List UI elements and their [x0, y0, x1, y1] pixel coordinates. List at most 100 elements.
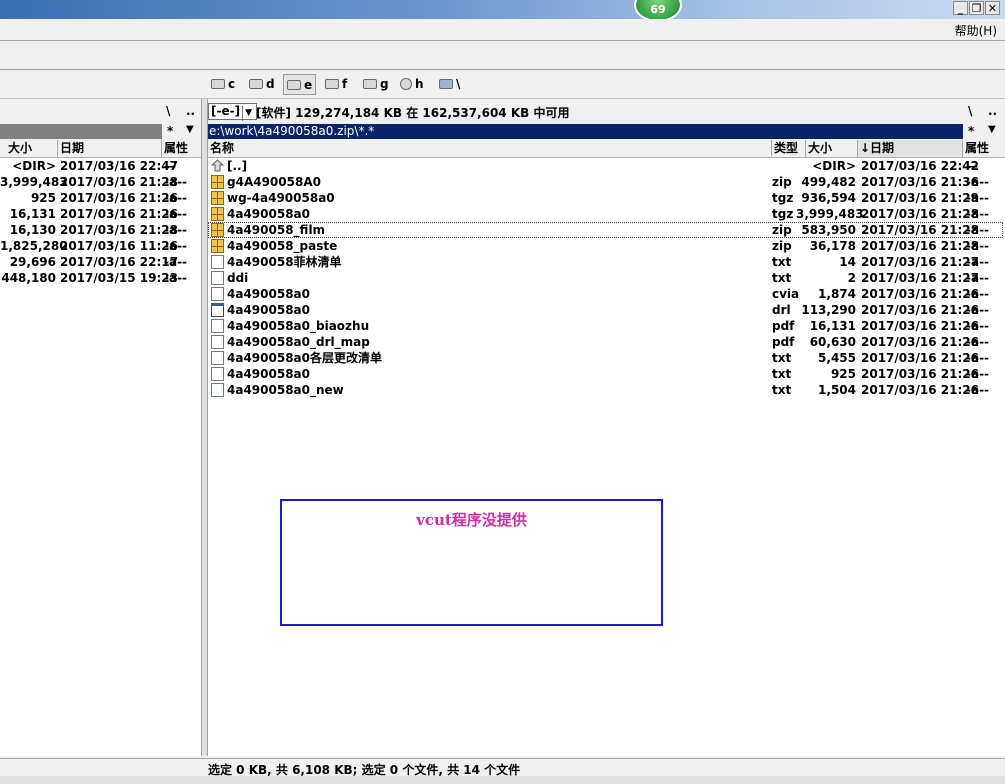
- col-date-sorted[interactable]: ↓日期: [858, 140, 963, 157]
- left-row-attr: -a--: [164, 223, 188, 237]
- current-path[interactable]: e:\work\4a490058a0.zip\*.*: [208, 124, 963, 139]
- drive-select[interactable]: [-e-] ▼: [208, 103, 258, 121]
- left-file-row[interactable]: 448,180 2017/03/15 19:23 -a--: [0, 270, 201, 286]
- left-row-date: 2017/03/16 22:47: [60, 159, 178, 173]
- left-file-list[interactable]: <DIR> 2017/03/16 22:47—3,999,483 2017/03/1…: [0, 158, 201, 756]
- file-date: 2017/03/16 21:27: [861, 271, 979, 285]
- left-row-date: 2017/03/16 21:28: [60, 175, 178, 189]
- left-col-date[interactable]: 日期: [58, 140, 162, 157]
- left-filter-star[interactable]: *: [167, 124, 173, 138]
- file-row[interactable]: ddi txt 2 2017/03/16 21:27 -a--: [208, 270, 1003, 286]
- left-row-attr: —: [164, 159, 176, 173]
- file-date: 2017/03/16 21:26: [861, 351, 979, 365]
- right-filter-arrow-icon[interactable]: ▼: [988, 124, 996, 135]
- left-column-header: 大小 日期 属性: [0, 140, 201, 158]
- close-button[interactable]: ✕: [985, 1, 1000, 15]
- file-type: txt: [772, 383, 792, 397]
- minimize-button[interactable]: _: [953, 1, 968, 15]
- title-bar: [0, 0, 1005, 19]
- file-size: 36,178: [809, 239, 856, 253]
- file-attr: -a--: [966, 335, 990, 349]
- left-file-row[interactable]: <DIR> 2017/03/16 22:47—: [0, 158, 201, 174]
- left-file-row[interactable]: 16,130 2017/03/16 21:28 -a--: [0, 222, 201, 238]
- file-row[interactable]: 4a490058a0 txt 925 2017/03/16 21:26 -a--: [208, 366, 1003, 382]
- file-row[interactable]: 4a490058_paste zip 36,178 2017/03/16 21:28-…: [208, 238, 1003, 254]
- drill-file-icon: [211, 303, 224, 317]
- archive-icon: [211, 207, 224, 221]
- left-row-size: 925: [30, 191, 56, 205]
- left-col-size[interactable]: 大小: [0, 140, 58, 157]
- file-type: zip: [772, 175, 792, 189]
- left-file-row[interactable]: 29,696 2017/03/16 22:17 -a--: [0, 254, 201, 270]
- file-size: 925: [830, 367, 856, 381]
- left-file-row[interactable]: 925 2017/03/16 21:26 -a--: [0, 190, 201, 206]
- file-attr: -a--: [966, 367, 990, 381]
- left-path-bar[interactable]: [0, 124, 162, 139]
- restore-button[interactable]: ❐: [969, 1, 984, 15]
- drive-f-button[interactable]: f: [325, 76, 347, 92]
- right-file-list[interactable]: [..] <DIR> 2017/03/16 22:42— g4A490058A0 zip…: [208, 158, 1005, 756]
- file-type: txt: [772, 255, 792, 269]
- file-date: 2017/03/16 21:26: [861, 367, 979, 381]
- left-row-date: 2017/03/16 21:26: [60, 191, 178, 205]
- cdrom-icon: [400, 78, 412, 90]
- file-row[interactable]: 4a490058a0各层更改清单 txt 5,455 2017/03/16 21:26…: [208, 350, 1003, 366]
- file-type: zip: [772, 239, 792, 253]
- file-size: 499,482: [801, 175, 856, 189]
- col-name[interactable]: 名称: [208, 140, 772, 157]
- file-row[interactable]: 4a490058a0 cvia 1,874 2017/03/16 21:26 -a--: [208, 286, 1003, 302]
- col-size[interactable]: 大小: [806, 140, 858, 157]
- file-row[interactable]: 4a490058a0_biaozhu pdf 16,131 2017/03/16 21…: [208, 318, 1003, 334]
- file-row[interactable]: [..] <DIR> 2017/03/16 22:42—: [208, 158, 1003, 174]
- document-icon: [211, 255, 224, 269]
- left-root-button[interactable]: \: [166, 104, 170, 118]
- file-attr: -a--: [966, 383, 990, 397]
- file-size: 60,630: [809, 335, 856, 349]
- file-date: 2017/03/16 21:26: [861, 287, 979, 301]
- left-col-attr[interactable]: 属性: [162, 140, 201, 157]
- file-row[interactable]: 4a490058a0_new txt 1,504 2017/03/16 21:26 -a…: [208, 382, 1003, 398]
- file-row[interactable]: 4a490058a0 drl 113,290 2017/03/16 21:26 -a--: [208, 302, 1003, 318]
- left-row-size: 1,825,280: [0, 239, 68, 253]
- panel-splitter[interactable]: [201, 99, 208, 756]
- file-row[interactable]: 4a490058a0_drl_map pdf 60,630 2017/03/16 21…: [208, 334, 1003, 350]
- right-filter-star[interactable]: *: [968, 124, 974, 138]
- file-row[interactable]: 4a490058_film zip 583,950 2017/03/16 21:28-…: [208, 222, 1003, 238]
- file-date: 2017/03/16 21:26: [861, 335, 979, 349]
- file-attr: -a--: [966, 303, 990, 317]
- col-type[interactable]: 类型: [772, 140, 806, 157]
- left-row-attr: -a--: [164, 239, 188, 253]
- left-up-button[interactable]: ..: [186, 104, 195, 118]
- file-date: 2017/03/16 21:28: [861, 239, 979, 253]
- right-root-button[interactable]: \: [968, 104, 972, 118]
- document-icon: [211, 367, 224, 381]
- col-attr[interactable]: 属性: [963, 140, 1005, 157]
- menu-help[interactable]: 帮助(H): [955, 22, 997, 39]
- drive-h-button[interactable]: h: [400, 76, 424, 92]
- file-row[interactable]: 4a490058a0 tgz 3,999,483 2017/03/16 21:28 -a…: [208, 206, 1003, 222]
- right-path-row: [-e-] ▼ [软件] 129,274,184 KB 在 162,537,604…: [208, 100, 1005, 122]
- file-attr: -a--: [966, 271, 990, 285]
- left-filter-arrow-icon[interactable]: ▼: [186, 124, 194, 135]
- drive-e-button[interactable]: e: [283, 74, 317, 95]
- left-file-row[interactable]: 3,999,483 2017/03/16 21:28 -a--: [0, 174, 201, 190]
- file-row[interactable]: g4A490058A0 zip 499,482 2017/03/16 21:36 -a-…: [208, 174, 1003, 190]
- file-name: 4a490058a0: [227, 367, 310, 381]
- file-name: 4a490058_paste: [227, 239, 338, 253]
- file-date: 2017/03/16 21:26: [861, 383, 979, 397]
- document-icon: [211, 319, 224, 333]
- left-file-row[interactable]: 1,825,280 2017/03/16 11:26 -a--: [0, 238, 201, 254]
- right-up-button[interactable]: ..: [988, 104, 997, 118]
- left-row-size: 3,999,483: [0, 175, 68, 189]
- file-row[interactable]: wg-4a490058a0 tgz 936,594 2017/03/16 21:29-…: [208, 190, 1003, 206]
- file-row[interactable]: 4a490058菲林清单 txt 14 2017/03/16 21:27 -a--: [208, 254, 1003, 270]
- network-drive-button[interactable]: \: [439, 76, 460, 92]
- left-row-attr: -a--: [164, 175, 188, 189]
- drive-c-button[interactable]: c: [211, 76, 235, 92]
- left-file-row[interactable]: 16,131 2017/03/16 21:26 -a--: [0, 206, 201, 222]
- drive-g-button[interactable]: g: [363, 76, 389, 92]
- left-row-date: 2017/03/16 11:26: [60, 239, 178, 253]
- drive-d-button[interactable]: d: [249, 76, 275, 92]
- file-type: txt: [772, 271, 792, 285]
- file-attr: -a--: [966, 191, 990, 205]
